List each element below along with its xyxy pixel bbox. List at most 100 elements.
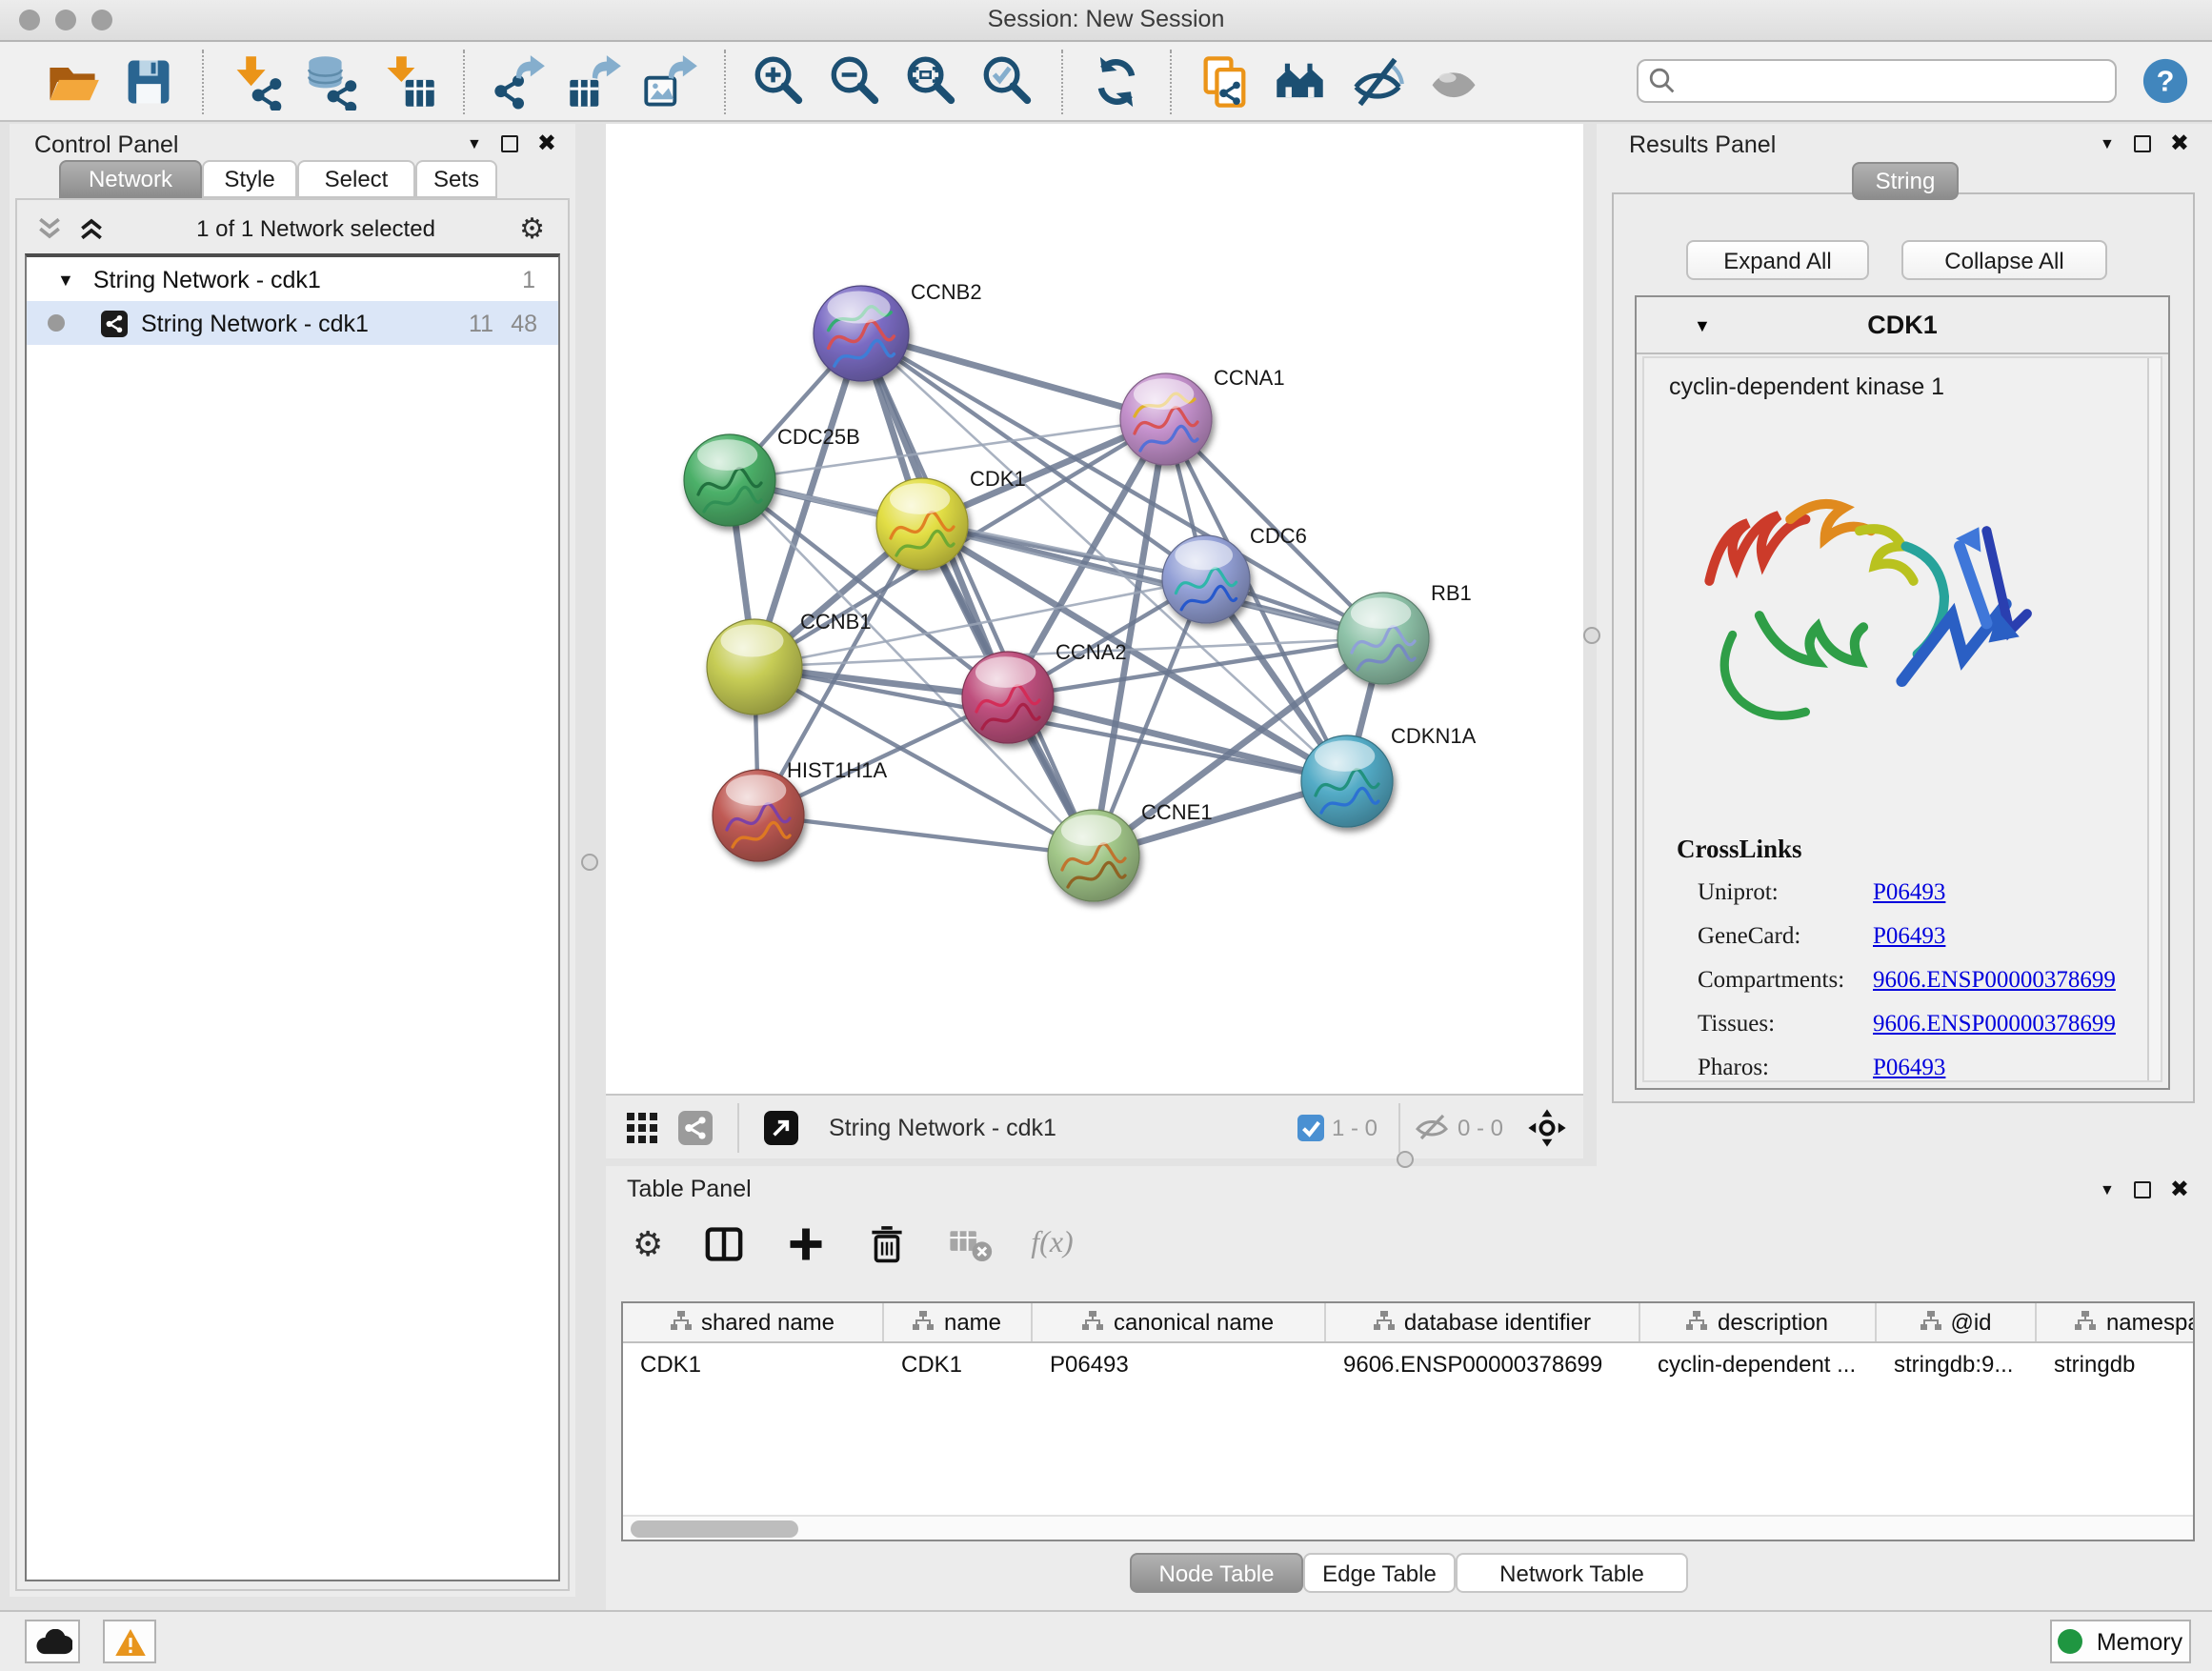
network-options-gear-icon[interactable]: ⚙ — [519, 214, 545, 243]
tab-node-table[interactable]: Node Table — [1130, 1553, 1303, 1593]
right-splitter-handle[interactable] — [1583, 627, 1600, 644]
table-options-gear-icon[interactable]: ⚙ — [633, 1227, 663, 1261]
memory-button[interactable]: Memory — [2050, 1620, 2191, 1663]
delete-column-icon[interactable] — [865, 1222, 909, 1266]
tree-glyph-icon — [1083, 1309, 1104, 1336]
node-label-HIST1H1A: HIST1H1A — [787, 758, 887, 782]
help-icon[interactable]: ? — [2142, 57, 2189, 105]
detach-view-icon[interactable] — [760, 1106, 802, 1148]
panel-menu-icon[interactable]: ▼ — [2100, 1180, 2115, 1198]
show-columns-icon[interactable] — [701, 1221, 747, 1267]
panel-menu-icon[interactable]: ▼ — [467, 134, 482, 151]
export-network-icon[interactable] — [488, 50, 549, 111]
tab-network-table[interactable]: Network Table — [1456, 1553, 1688, 1593]
import-table-from-file-icon[interactable] — [379, 50, 440, 111]
crosslink-link[interactable]: 9606.ENSP00000378699 — [1873, 966, 2116, 995]
minimize-window-icon[interactable] — [55, 10, 76, 30]
duplicate-network-icon[interactable] — [1195, 50, 1256, 111]
network-row[interactable]: String Network - cdk1 11 48 — [27, 301, 558, 345]
tab-sets[interactable]: Sets — [415, 160, 497, 198]
birdseye-navigator-icon[interactable] — [1526, 1106, 1568, 1148]
network-tab-body: 1 of 1 Network selected ⚙ ▼ String Netwo… — [15, 198, 570, 1591]
left-splitter-handle[interactable] — [581, 854, 598, 871]
column-header-databaseidentifier[interactable]: database identifier — [1326, 1303, 1640, 1341]
table-row[interactable]: CDK1CDK1P064939606.ENSP00000378699cyclin… — [623, 1343, 2193, 1385]
node-entry-header[interactable]: ▼ CDK1 — [1637, 297, 2168, 354]
collection-collapse-icon[interactable]: ▼ — [57, 270, 74, 289]
results-scrollbar[interactable] — [2147, 358, 2161, 1080]
float-panel-icon[interactable] — [2134, 134, 2151, 151]
column-header-name[interactable]: name — [884, 1303, 1033, 1341]
warning-status-icon[interactable] — [103, 1620, 156, 1663]
hide-graphics-details-icon[interactable] — [1347, 50, 1408, 111]
hidden-eye-icon[interactable] — [1414, 1113, 1450, 1141]
close-panel-icon[interactable]: ✖ — [2170, 130, 2189, 156]
float-panel-icon[interactable] — [2134, 1180, 2151, 1198]
export-image-icon[interactable] — [640, 50, 701, 111]
column-header-namespace[interactable]: namespace — [2037, 1303, 2195, 1341]
tab-style[interactable]: Style — [202, 160, 297, 198]
crosslink-link[interactable]: P06493 — [1873, 922, 1945, 951]
expand-all-button[interactable]: Expand All — [1686, 240, 1869, 280]
search-input[interactable] — [1637, 59, 2117, 103]
network-view: CCNB2CCNA1CDC25BCDK1CDC6RB1CCNB1CCNA2CDK… — [606, 124, 1583, 1158]
crosslink-link[interactable]: 9606.ENSP00000378699 — [1873, 1010, 2116, 1038]
add-column-icon[interactable] — [785, 1223, 827, 1265]
export-table-icon[interactable] — [564, 50, 625, 111]
tree-glyph-icon — [1374, 1309, 1395, 1336]
column-header-description[interactable]: description — [1640, 1303, 1877, 1341]
network-collection-row[interactable]: ▼ String Network - cdk1 1 — [27, 257, 558, 301]
table-hscrollbar[interactable] — [623, 1515, 2193, 1540]
table-header-row: shared namenamecanonical namedatabase id… — [623, 1303, 2193, 1343]
import-network-from-database-icon[interactable] — [303, 50, 364, 111]
crosslink-label: Uniprot: — [1698, 878, 1779, 905]
tab-string[interactable]: String — [1852, 162, 1959, 200]
crosslink-label: Tissues: — [1698, 1010, 1775, 1037]
panel-menu-icon[interactable]: ▼ — [2100, 134, 2115, 151]
column-header-sharedname[interactable]: shared name — [623, 1303, 884, 1341]
tab-network[interactable]: Network — [59, 160, 202, 198]
collapse-all-networks-icon[interactable] — [36, 217, 63, 240]
zoom-selected-icon[interactable] — [977, 50, 1038, 111]
save-session-icon[interactable] — [118, 50, 179, 111]
column-header-id[interactable]: @id — [1877, 1303, 2037, 1341]
zoom-in-icon[interactable] — [749, 50, 810, 111]
tab-edge-table[interactable]: Edge Table — [1303, 1553, 1456, 1593]
column-header-canonicalname[interactable]: canonical name — [1033, 1303, 1326, 1341]
table-cell: CDK1 — [884, 1343, 1033, 1385]
crosslink-link[interactable]: P06493 — [1873, 878, 1945, 907]
table-hscrollbar-thumb[interactable] — [631, 1520, 798, 1538]
node-label-CCNA2: CCNA2 — [1056, 640, 1127, 664]
close-panel-icon[interactable]: ✖ — [537, 130, 556, 156]
import-network-from-file-icon[interactable] — [227, 50, 288, 111]
collapse-all-button[interactable]: Collapse All — [1901, 240, 2107, 280]
tab-select[interactable]: Select — [297, 160, 415, 198]
network-share-icon[interactable] — [674, 1106, 716, 1148]
entry-collapse-icon[interactable]: ▼ — [1694, 315, 1711, 334]
entry-name: CDK1 — [1867, 311, 1938, 339]
collection-label: String Network - cdk1 — [93, 266, 321, 292]
grid-view-icon[interactable] — [621, 1106, 663, 1148]
apply-preferred-layout-icon[interactable] — [1086, 50, 1147, 111]
selected-checkbox-icon[interactable] — [1297, 1114, 1324, 1140]
cloud-status-icon[interactable] — [25, 1620, 80, 1663]
maximize-window-icon[interactable] — [91, 10, 112, 30]
show-graphics-details-icon[interactable] — [1423, 50, 1484, 111]
string-protein-query-icon[interactable] — [1271, 50, 1332, 111]
network-canvas[interactable]: CCNB2CCNA1CDC25BCDK1CDC6RB1CCNB1CCNA2CDK… — [606, 124, 1583, 1094]
close-panel-icon[interactable]: ✖ — [2170, 1176, 2189, 1202]
close-window-icon[interactable] — [19, 10, 40, 30]
zoom-fit-content-icon[interactable] — [901, 50, 962, 111]
zoom-out-icon[interactable] — [825, 50, 886, 111]
hidden-counts: 0 - 0 — [1458, 1114, 1503, 1140]
expand-all-networks-icon[interactable] — [78, 217, 105, 240]
crosslink-link[interactable]: P06493 — [1873, 1054, 1945, 1082]
network-selection-status: 1 of 1 Network selected — [112, 215, 519, 242]
bottom-splitter-handle[interactable] — [1397, 1151, 1414, 1168]
float-panel-icon[interactable] — [501, 134, 518, 151]
crosslink-label: Compartments: — [1698, 966, 1844, 993]
open-session-icon[interactable] — [42, 50, 103, 111]
results-panel: Results Panel ▼ ✖ String Expand All Coll… — [1597, 124, 2212, 1166]
node-label-CDK1: CDK1 — [970, 467, 1026, 491]
search-box — [1637, 59, 2117, 103]
